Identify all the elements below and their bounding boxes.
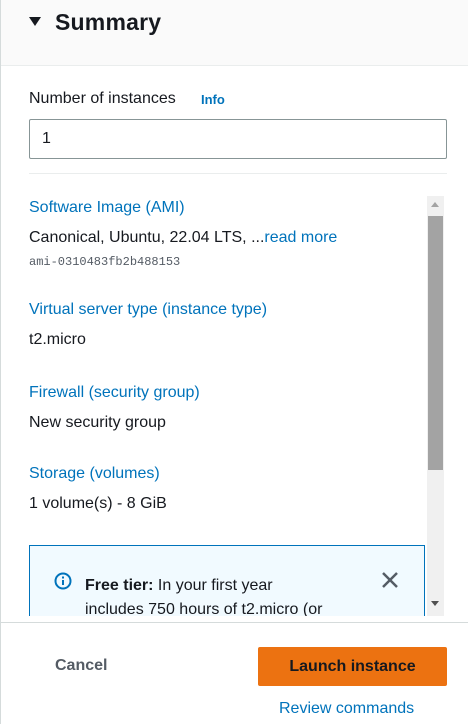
instances-label: Number of instances: [29, 90, 176, 107]
scroll-up-arrow-icon[interactable]: [431, 202, 439, 207]
free-tier-text: Free tier: In your first year includes 7…: [85, 574, 375, 616]
instances-count-input[interactable]: [29, 119, 447, 159]
read-more-link[interactable]: read more: [264, 229, 337, 246]
close-icon[interactable]: [380, 570, 400, 590]
review-commands-link[interactable]: Review commands: [279, 700, 414, 718]
instance-type-label[interactable]: Virtual server type (instance type): [29, 301, 267, 319]
details-scrollbar[interactable]: [427, 196, 444, 616]
caret-down-icon[interactable]: [29, 17, 41, 26]
instance-type-value: t2.micro: [29, 331, 86, 348]
info-circle-icon: [54, 572, 72, 590]
info-link[interactable]: Info: [201, 92, 225, 107]
free-tier-title: Free tier:: [85, 577, 154, 594]
scroll-thumb[interactable]: [428, 216, 443, 470]
storage-label[interactable]: Storage (volumes): [29, 465, 160, 483]
free-tier-alert: Free tier: In your first year includes 7…: [29, 545, 425, 616]
free-tier-line1: In your first year: [153, 577, 273, 594]
ami-value: Canonical, Ubuntu, 22.04 LTS, ...read mo…: [29, 229, 337, 247]
firewall-value: New security group: [29, 414, 166, 431]
summary-details: Software Image (AMI) Canonical, Ubuntu, …: [1, 196, 468, 616]
ami-id: ami-0310483fb2b488153: [29, 255, 181, 269]
ami-label[interactable]: Software Image (AMI): [29, 199, 185, 217]
divider: [29, 173, 447, 174]
cancel-button[interactable]: Cancel: [37, 648, 129, 684]
summary-panel: Summary Number of instances Info Softwar…: [0, 0, 468, 724]
free-tier-line2: includes 750 hours of t2.micro (or: [85, 601, 323, 616]
scroll-down-arrow-icon[interactable]: [431, 601, 439, 606]
storage-value: 1 volume(s) - 8 GiB: [29, 495, 167, 512]
summary-header[interactable]: Summary: [1, 0, 468, 66]
summary-title: Summary: [55, 9, 162, 35]
footer-divider: [1, 622, 468, 623]
launch-instance-button[interactable]: Launch instance: [258, 647, 447, 686]
ami-value-text: Canonical, Ubuntu, 22.04 LTS, ...: [29, 229, 265, 246]
firewall-label[interactable]: Firewall (security group): [29, 384, 200, 402]
